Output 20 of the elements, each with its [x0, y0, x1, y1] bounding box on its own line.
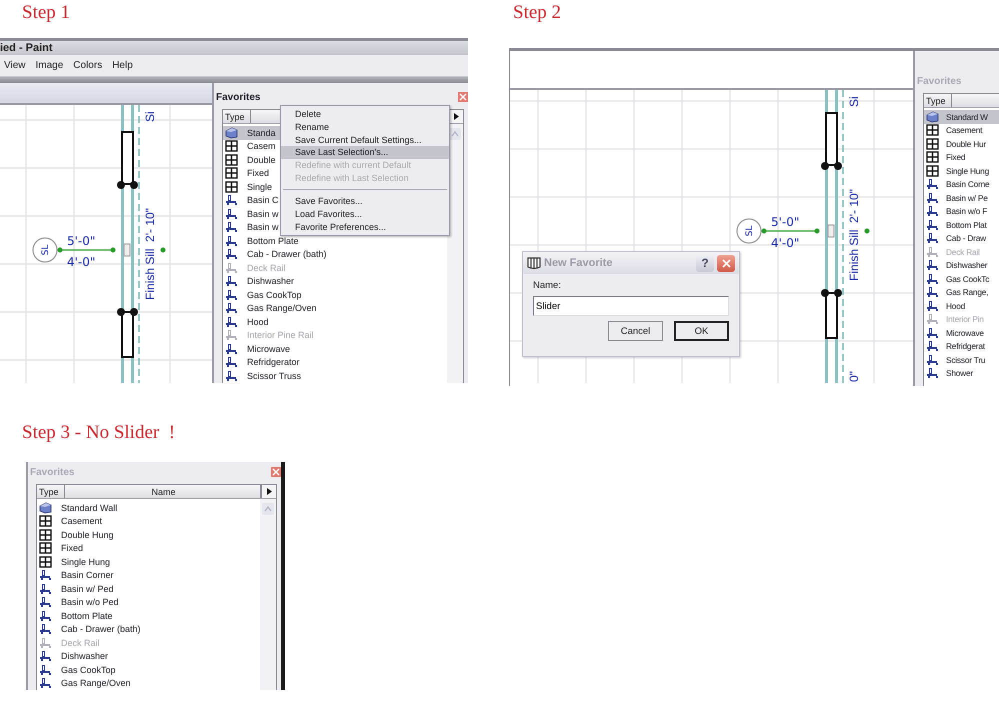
dimension-label: 5'-0": [67, 234, 96, 248]
step-heading: Step 3 - No Slider !: [22, 421, 176, 444]
cut-label: 0": [847, 371, 861, 382]
panel-title: Favorites: [917, 76, 962, 86]
dimension-label: 4'-0": [771, 236, 800, 250]
panel-title: Favorites: [30, 466, 74, 478]
window-title: ied - Paint: [0, 42, 53, 54]
tag-label: SL: [41, 244, 51, 256]
tag-label: SL: [745, 226, 755, 236]
dimension-label: 5'-0": [771, 215, 800, 229]
sill-label: Finish Sill 2'- 10": [143, 208, 157, 300]
step-heading: Step 2: [513, 1, 562, 24]
cut-label: Si: [847, 96, 861, 107]
sill-label: Finish Sill 2'- 10": [847, 189, 861, 281]
dialog-title: New Favorite: [544, 257, 614, 269]
panel-title: Favorites: [216, 92, 260, 102]
cut-label: Si: [143, 111, 157, 122]
step-heading: Step 1: [22, 1, 70, 24]
field-label: Name:: [533, 280, 562, 291]
dimension-label: 4'-0": [67, 255, 96, 269]
